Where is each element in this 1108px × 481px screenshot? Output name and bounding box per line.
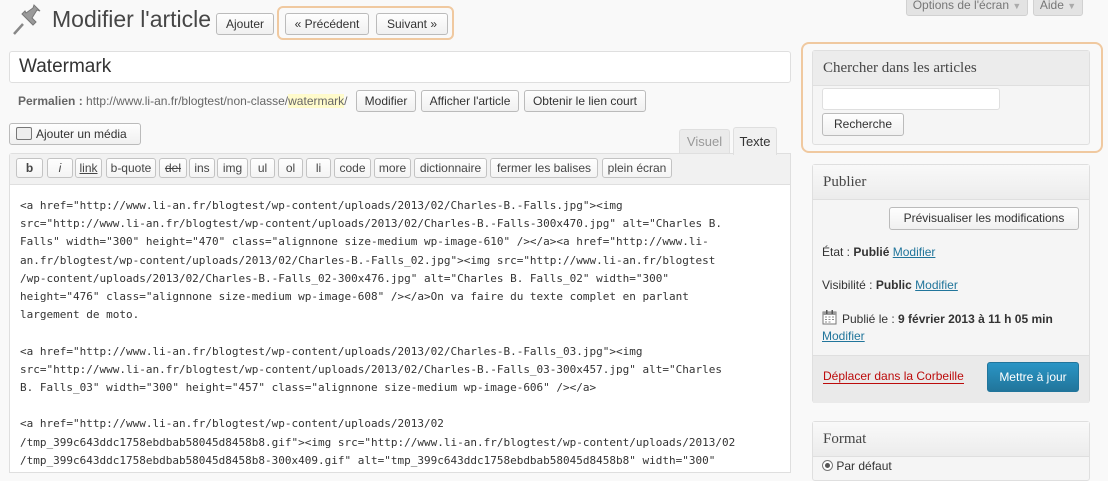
publish-box-title: Publier: [813, 165, 1089, 200]
published-label: Publié le :: [842, 312, 895, 326]
format-option-standard[interactable]: Par défaut: [822, 459, 892, 473]
editor-line[interactable]: <a href="http://www.li-an.fr/blogtest/wp…: [20, 415, 444, 433]
quicktag-li-button[interactable]: li: [306, 158, 331, 178]
format-option-label: Par défaut: [836, 459, 892, 473]
permalink-row: Permalien : http://www.li-an.fr/blogtest…: [18, 94, 348, 108]
get-shortlink-button[interactable]: Obtenir le lien court: [524, 90, 646, 112]
permalink-slug[interactable]: watermark: [288, 94, 345, 108]
editor-line[interactable]: src="http://www.li-an.fr/blogtest/wp-con…: [20, 361, 722, 379]
edit-visibility-link[interactable]: Modifier: [915, 278, 958, 292]
status-label: État :: [822, 245, 851, 259]
editor-line[interactable]: src="http://www.li-an.fr/blogtest/wp-con…: [20, 215, 722, 233]
view-post-button[interactable]: Afficher l'article: [421, 90, 519, 112]
editor-line[interactable]: an.fr/blogtest/wp-content/uploads/2013/0…: [20, 252, 715, 270]
tab-visual[interactable]: Visuel: [679, 129, 730, 154]
quicktag-fullscreen-button[interactable]: plein écran: [602, 158, 672, 178]
quicktag-close-tags-button[interactable]: fermer les balises: [490, 158, 598, 178]
pushpin-icon: [13, 4, 41, 35]
quicktag-ins-button[interactable]: ins: [189, 158, 215, 178]
permalink-url: http://www.li-an.fr/blogtest/non-classe/: [86, 94, 289, 108]
editor-line[interactable]: /tmp_399c643ddc1758ebdbab58045d8458b8-30…: [20, 452, 715, 470]
quicktag-link-button[interactable]: link: [75, 158, 102, 178]
quicktag-ul-button[interactable]: ul: [250, 158, 275, 178]
quicktag-italic-button[interactable]: i: [47, 158, 73, 178]
visibility-label: Visibilité :: [822, 278, 873, 292]
edit-status-link[interactable]: Modifier: [893, 245, 936, 259]
previous-post-button[interactable]: « Précédent: [285, 13, 369, 35]
update-button[interactable]: Mettre à jour: [987, 362, 1079, 392]
quicktag-img-button[interactable]: img: [217, 158, 248, 178]
move-to-trash-link[interactable]: Déplacer dans la Corbeille: [823, 369, 964, 384]
next-post-button[interactable]: Suivant »: [376, 13, 448, 35]
preview-changes-button[interactable]: Prévisualiser les modifications: [889, 207, 1079, 230]
published-date: 9 février 2013 à 11 h 05 min: [898, 312, 1053, 326]
permalink-label: Permalien :: [18, 94, 83, 108]
quicktag-bold-button[interactable]: b: [16, 158, 43, 178]
add-media-button[interactable]: Ajouter un média: [9, 123, 141, 145]
editor-line[interactable]: B. Falls_03" width="300" height="457" cl…: [20, 379, 596, 397]
post-title-input[interactable]: Watermark: [9, 51, 791, 83]
quicktag-more-button[interactable]: more: [374, 158, 411, 178]
edit-permalink-button[interactable]: Modifier: [356, 90, 416, 112]
editor-line[interactable]: /tmp_399c643ddc1758ebdbab58045d8458b8.gi…: [20, 434, 735, 452]
calendar-icon: [822, 310, 837, 325]
search-box-title: Chercher dans les articles: [813, 51, 1089, 86]
visibility-value: Public: [875, 278, 912, 292]
screen-options-tab[interactable]: Options de l'écran ▼: [906, 0, 1028, 16]
editor-line[interactable]: height="476" class="alignnone size-mediu…: [20, 288, 689, 306]
quicktag-del-button[interactable]: del: [159, 158, 187, 178]
quicktag-dictionary-button[interactable]: dictionnaire: [414, 158, 487, 178]
search-button[interactable]: Recherche: [822, 113, 904, 136]
editor-line[interactable]: Falls" width="300" height="470" class="a…: [20, 233, 709, 251]
quicktag-code-button[interactable]: code: [334, 158, 371, 178]
format-box-title: Format: [813, 422, 1089, 457]
tab-text[interactable]: Texte: [733, 127, 777, 155]
arrow-down-icon: ▼: [1067, 1, 1077, 11]
quicktag-blockquote-button[interactable]: b-quote: [106, 158, 156, 178]
screen-options-label: Options de l'écran: [912, 0, 1010, 12]
editor-line[interactable]: <a href="http://www.li-an.fr/blogtest/wp…: [20, 197, 623, 215]
arrow-down-icon: ▼: [1012, 1, 1022, 11]
quicktag-ol-button[interactable]: ol: [278, 158, 303, 178]
edit-date-link[interactable]: Modifier: [822, 329, 865, 343]
add-new-button[interactable]: Ajouter: [216, 13, 274, 35]
help-label: Aide: [1039, 0, 1064, 12]
visibility-row: Visibilité : Public Modifier: [822, 278, 958, 292]
post-title-value: Watermark: [19, 56, 112, 77]
status-value: Publié: [853, 245, 890, 259]
published-date-row: Publié le : 9 février 2013 à 11 h 05 min: [842, 312, 1053, 326]
radio-icon: [822, 460, 833, 471]
page-title: Modifier l'article: [52, 6, 212, 32]
search-input[interactable]: [822, 88, 1000, 110]
media-icon: [16, 127, 32, 140]
help-tab[interactable]: Aide ▼: [1033, 0, 1083, 16]
add-media-label: Ajouter un média: [36, 127, 127, 141]
editor-line[interactable]: largement de moto.: [20, 306, 139, 324]
permalink-suffix: /: [344, 94, 348, 108]
status-row: État : Publié Modifier: [822, 245, 935, 259]
editor-line[interactable]: <a href="http://www.li-an.fr/blogtest/wp…: [20, 343, 643, 361]
editor-line[interactable]: /wp-content/uploads/2013/02/Charles-B.-F…: [20, 270, 669, 288]
